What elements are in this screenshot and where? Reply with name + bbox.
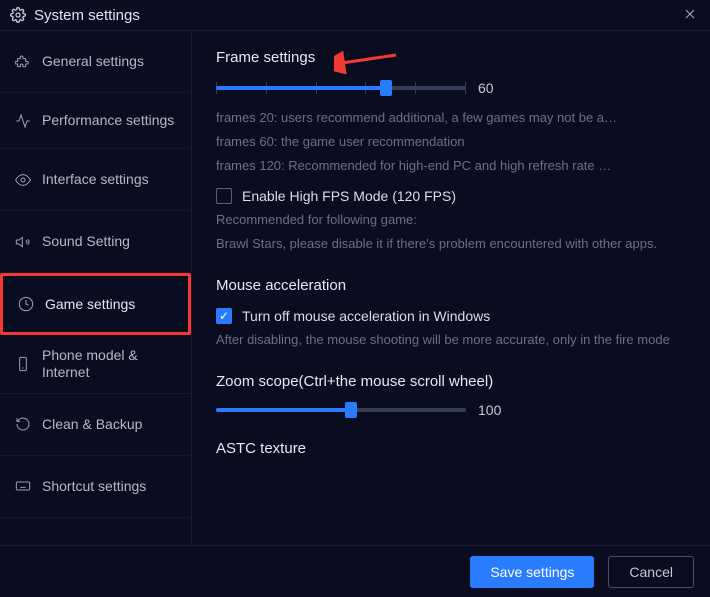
sidebar-item-label: Performance settings (42, 112, 177, 129)
zoom-title: Zoom scope(Ctrl+the mouse scroll wheel) (216, 373, 686, 390)
activity-icon (14, 113, 32, 129)
phone-icon (14, 356, 32, 372)
sidebar-item-phone[interactable]: Phone model & Internet (0, 335, 191, 394)
sidebar-item-label: Shortcut settings (42, 478, 177, 495)
sidebar-item-label: Sound Setting (42, 233, 177, 250)
sidebar-item-label: Interface settings (42, 171, 177, 188)
mouse-accel-title: Mouse acceleration (216, 277, 686, 294)
frame-settings-title: Frame settings (216, 49, 686, 66)
frame-desc-120: frames 120: Recommended for high-end PC … (216, 156, 676, 177)
sidebar-item-label: General settings (42, 53, 177, 70)
frame-slider-thumb[interactable] (380, 80, 392, 96)
sidebar-item-label: Phone model & Internet (42, 347, 177, 381)
highfps-label: Enable High FPS Mode (120 FPS) (242, 188, 456, 204)
sidebar-item-shortcut[interactable]: Shortcut settings (0, 456, 191, 518)
gamepad-icon (17, 296, 35, 312)
sidebar-item-sound[interactable]: Sound Setting (0, 211, 191, 273)
zoom-slider[interactable]: 100 (216, 402, 686, 418)
frame-slider-fill (216, 86, 386, 90)
main-panel: Frame settings 60 frames 20: users recom… (192, 31, 710, 545)
window-title: System settings (34, 7, 682, 24)
eye-icon (14, 172, 32, 188)
keyboard-icon (14, 478, 32, 494)
save-button[interactable]: Save settings (470, 556, 594, 588)
mouse-turnoff-checkbox[interactable]: ✓ (216, 308, 232, 324)
sidebar-item-performance[interactable]: Performance settings (0, 93, 191, 149)
frame-slider-value: 60 (478, 80, 494, 96)
mouse-turnoff-label: Turn off mouse acceleration in Windows (242, 308, 490, 324)
frame-slider[interactable]: 60 (216, 80, 686, 96)
titlebar: System settings (0, 0, 710, 30)
frame-desc-60: frames 60: the game user recommendation (216, 132, 676, 153)
sidebar-item-clean[interactable]: Clean & Backup (0, 394, 191, 456)
sidebar-item-label: Game settings (45, 296, 174, 313)
highfps-desc1: Recommended for following game: (216, 210, 676, 231)
gear-icon (10, 7, 26, 23)
close-icon[interactable] (682, 6, 700, 24)
highfps-checkbox[interactable] (216, 188, 232, 204)
frame-desc-20: frames 20: users recommend additional, a… (216, 108, 676, 129)
sound-icon (14, 234, 32, 250)
mouse-desc: After disabling, the mouse shooting will… (216, 330, 676, 351)
zoom-slider-thumb[interactable] (345, 402, 357, 418)
puzzle-icon (14, 54, 32, 70)
zoom-slider-fill (216, 408, 351, 412)
restore-icon (14, 416, 32, 432)
highfps-row: Enable High FPS Mode (120 FPS) (216, 188, 686, 204)
astc-title: ASTC texture (216, 440, 686, 457)
sidebar-item-interface[interactable]: Interface settings (0, 149, 191, 211)
sidebar-item-general[interactable]: General settings (0, 31, 191, 93)
zoom-slider-value: 100 (478, 402, 501, 418)
highfps-desc2: Brawl Stars, please disable it if there'… (216, 234, 676, 255)
sidebar-item-game[interactable]: Game settings (0, 273, 191, 335)
sidebar: General settings Performance settings In… (0, 31, 192, 545)
sidebar-item-label: Clean & Backup (42, 416, 177, 433)
mouse-turnoff-row: ✓ Turn off mouse acceleration in Windows (216, 308, 686, 324)
cancel-button[interactable]: Cancel (608, 556, 694, 588)
footer: Save settings Cancel (0, 545, 710, 597)
